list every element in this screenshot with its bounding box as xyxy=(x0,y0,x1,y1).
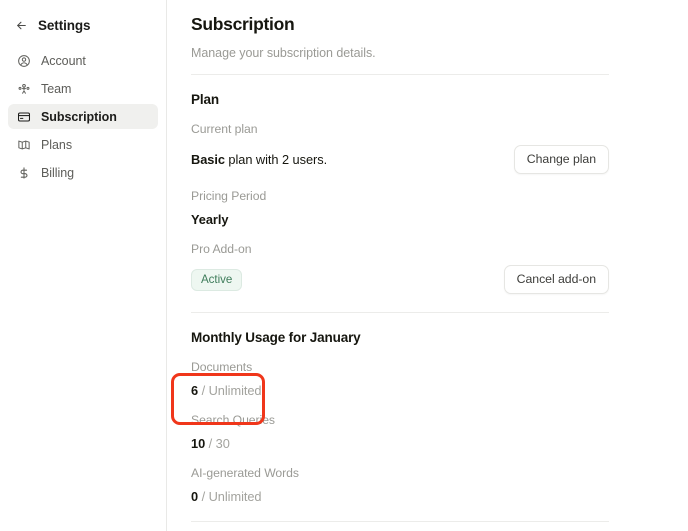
footer-divider xyxy=(191,521,609,522)
usage-limit: Unlimited xyxy=(208,489,262,504)
usage-used: 10 xyxy=(191,436,206,451)
arrow-left-icon[interactable] xyxy=(14,18,28,32)
main-content: Subscription Manage your subscription de… xyxy=(167,0,688,531)
sidebar-item-label: Team xyxy=(41,81,72,96)
credit-card-icon xyxy=(16,109,31,124)
usage-item-value: 10 / 30 xyxy=(191,436,608,451)
usage-item-value: 0 / Unlimited xyxy=(191,489,608,504)
usage-section-heading: Monthly Usage for January xyxy=(191,330,361,345)
sidebar-item-subscription[interactable]: Subscription xyxy=(8,104,158,129)
pro-addon-label: Pro Add-on xyxy=(191,242,252,256)
usage-item-documents: Documents 6 / Unlimited xyxy=(191,360,608,398)
usage-separator: / xyxy=(198,383,209,398)
usage-item-label: Search Queries xyxy=(191,413,275,427)
usage-item-ai-words: AI-generated Words 0 / Unlimited xyxy=(191,466,608,504)
book-icon xyxy=(16,137,31,152)
dollar-icon xyxy=(16,165,31,180)
cancel-addon-button[interactable]: Cancel add-on xyxy=(503,265,609,294)
usage-limit: 30 xyxy=(215,436,230,451)
pricing-period-label: Pricing Period xyxy=(191,189,267,203)
current-plan-field: Current plan Basic plan with 2 users. Ch… xyxy=(191,122,609,174)
sidebar-item-label: Billing xyxy=(41,165,74,180)
user-circle-icon xyxy=(16,53,31,68)
sidebar-item-label: Plans xyxy=(41,137,73,152)
usage-section-divider xyxy=(191,312,609,313)
sidebar-item-billing[interactable]: Billing xyxy=(8,160,158,185)
sidebar-back-header[interactable]: Settings xyxy=(8,12,158,38)
usage-item-label: AI-generated Words xyxy=(191,466,299,480)
usage-item-value: 6 / Unlimited xyxy=(191,383,608,398)
sidebar: Settings Account Team Subscription Plans… xyxy=(0,0,167,531)
current-plan-value: Basic plan with 2 users. xyxy=(191,152,327,167)
settings-page: Settings Account Team Subscription Plans… xyxy=(0,0,688,531)
plan-section-heading: Plan xyxy=(191,92,219,107)
pricing-period-value: Yearly xyxy=(191,212,229,227)
current-plan-label: Current plan xyxy=(191,122,258,136)
sidebar-nav: Account Team Subscription Plans Billing xyxy=(8,48,158,185)
sidebar-item-team[interactable]: Team xyxy=(8,76,158,101)
page-title: Subscription xyxy=(191,14,295,34)
usage-separator: / xyxy=(198,489,209,504)
usage-separator: / xyxy=(205,436,216,451)
sidebar-item-label: Subscription xyxy=(41,109,117,124)
usage-item-label: Documents xyxy=(191,360,253,374)
change-plan-button[interactable]: Change plan xyxy=(513,145,609,174)
sidebar-item-plans[interactable]: Plans xyxy=(8,132,158,157)
pricing-period-field: Pricing Period Yearly xyxy=(191,189,608,227)
sidebar-item-label: Account xyxy=(41,53,86,68)
current-plan-value-strong: Basic xyxy=(191,152,225,167)
usage-limit: Unlimited xyxy=(208,383,262,398)
sidebar-item-account[interactable]: Account xyxy=(8,48,158,73)
page-subtitle: Manage your subscription details. xyxy=(191,46,376,60)
pro-addon-field: Pro Add-on Active Cancel add-on xyxy=(191,242,609,294)
status-badge: Active xyxy=(191,268,243,291)
sidebar-title: Settings xyxy=(38,17,91,33)
people-icon xyxy=(16,81,31,96)
section-divider xyxy=(191,74,609,75)
usage-item-search-queries: Search Queries 10 / 30 xyxy=(191,413,608,451)
current-plan-value-rest: plan with 2 users. xyxy=(224,152,328,167)
